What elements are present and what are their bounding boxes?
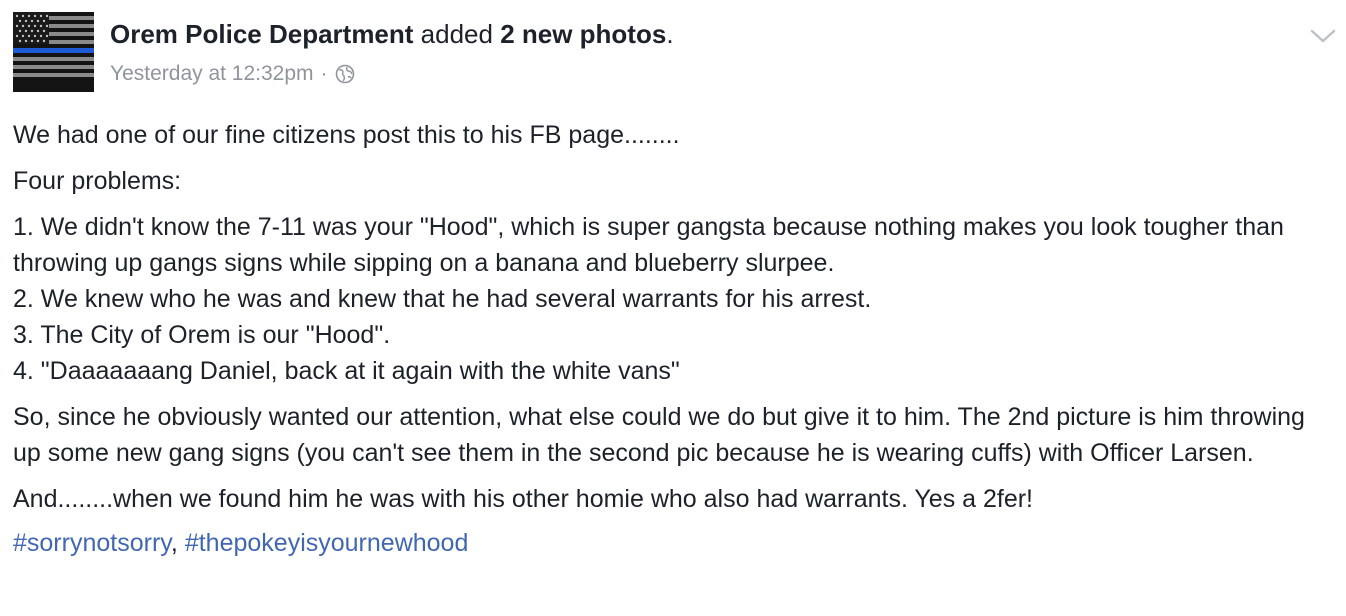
post-body: We had one of our fine citizens post thi… — [13, 117, 1338, 571]
flag-avatar-icon — [13, 12, 94, 92]
hashtag-link-1[interactable]: #sorrynotsorry — [13, 529, 171, 557]
post-paragraph-2: Four problems: — [13, 167, 182, 195]
post-meta: Yesterday at 12:32pm · — [110, 60, 355, 88]
page-avatar[interactable] — [13, 12, 94, 92]
hashtag-separator: , — [170, 529, 185, 557]
meta-separator: · — [320, 62, 328, 85]
post-paragraph-3: 1. We didn't know the 7-11 was your "Hoo… — [13, 213, 1284, 385]
timestamp-link[interactable]: Yesterday at 12:32pm — [110, 60, 314, 88]
action-text: added — [413, 19, 501, 49]
action-period: . — [666, 19, 674, 49]
chevron-down-icon[interactable] — [1308, 24, 1338, 48]
globe-icon[interactable] — [335, 64, 355, 84]
post-paragraph-4: So, since he obviously wanted our attent… — [13, 403, 1305, 467]
post-paragraph-5: And........when we found him he was with… — [13, 485, 1034, 513]
photos-count-link[interactable]: 2 new photos — [500, 19, 666, 49]
post-paragraph-1: We had one of our fine citizens post thi… — [13, 121, 680, 149]
post-header: Orem Police Department added 2 new photo… — [110, 18, 674, 50]
hashtag-link-2[interactable]: #thepokeyisyournewhood — [185, 529, 469, 557]
hashtags: #sorrynotsorry, #thepokeyisyournewhood — [13, 525, 1338, 561]
author-name-link[interactable]: Orem Police Department — [110, 19, 413, 49]
